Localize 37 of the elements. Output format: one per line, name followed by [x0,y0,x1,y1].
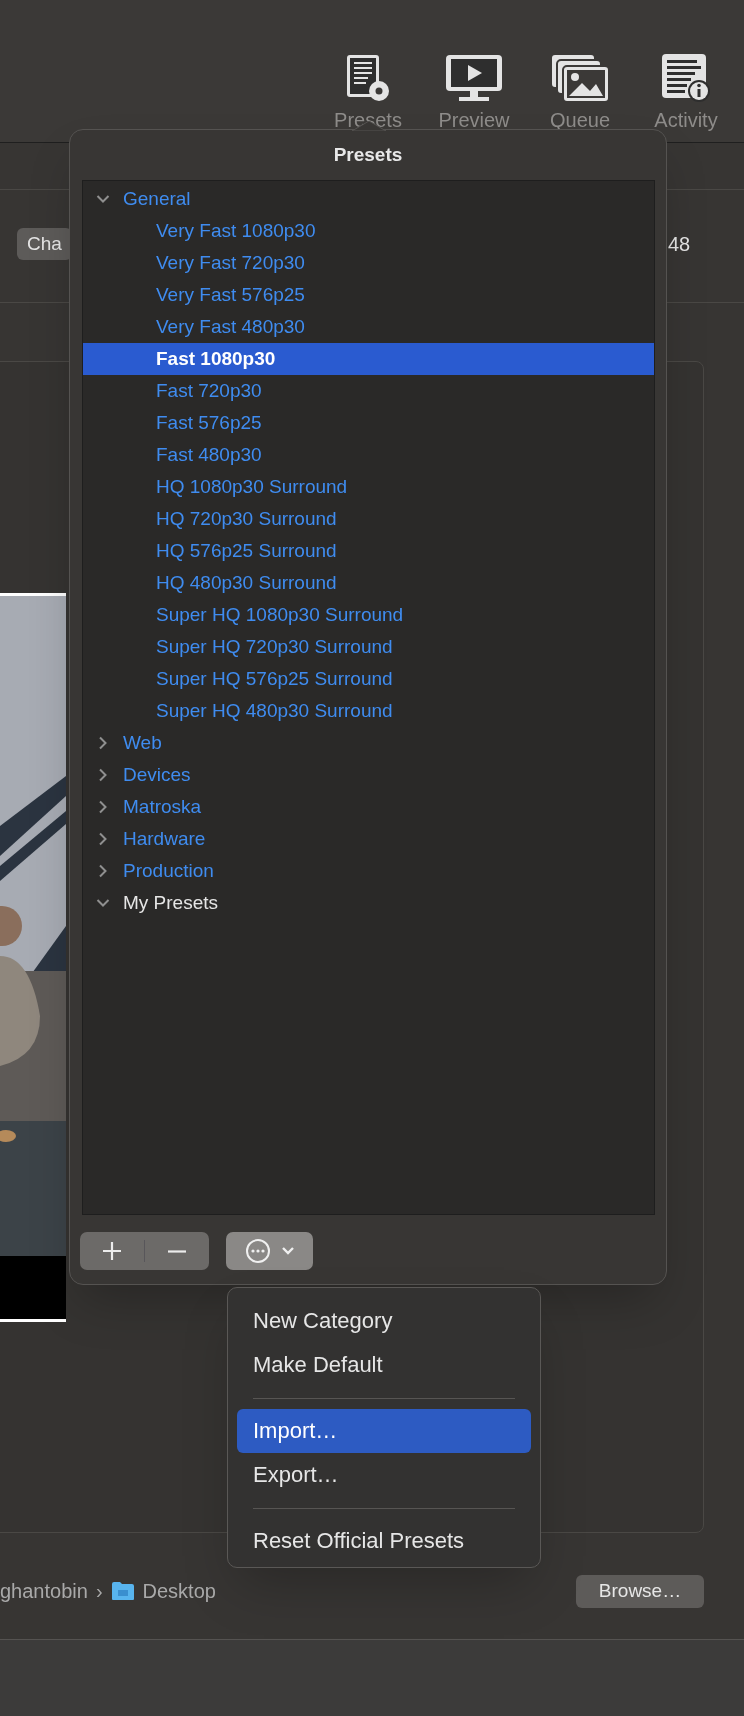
category-row[interactable]: General [83,183,654,215]
menu-item[interactable]: Export… [237,1453,531,1497]
preset-row[interactable]: Fast 1080p30 [83,343,654,375]
path-separator: › [95,1579,103,1604]
preset-row[interactable]: Super HQ 720p30 Surround [83,631,654,663]
category-row[interactable]: Matroska [83,791,654,823]
popover-title: Presets [332,143,404,167]
preset-row[interactable]: HQ 1080p30 Surround [83,471,654,503]
preset-row[interactable]: Fast 480p30 [83,439,654,471]
browse-button[interactable]: Browse… [576,1575,704,1608]
preset-row[interactable]: Very Fast 480p30 [83,311,654,343]
menu-item[interactable]: New Category [237,1299,531,1343]
preset-row[interactable]: Very Fast 576p25 [83,279,654,311]
toolbar-button[interactable]: Activity [636,50,736,132]
preset-row[interactable]: HQ 576p25 Surround [83,535,654,567]
path-item[interactable]: Desktop [142,1576,216,1606]
menu-item[interactable]: Import… [237,1409,531,1453]
preset-row[interactable]: HQ 480p30 Surround [83,567,654,599]
preset-row[interactable]: Fast 720p30 [83,375,654,407]
category-row[interactable]: Web [83,727,654,759]
category-row[interactable]: Production [83,855,654,887]
preset-row[interactable]: HQ 720p30 Surround [83,503,654,535]
preset-row[interactable]: Super HQ 480p30 Surround [83,695,654,727]
chapters-button[interactable]: Cha [17,228,72,260]
category-row[interactable]: My Presets [83,887,654,919]
path-item[interactable]: ghantobin [0,1576,88,1606]
preset-row[interactable]: Fast 576p25 [83,407,654,439]
category-row[interactable]: Hardware [83,823,654,855]
preset-row[interactable]: Super HQ 576p25 Surround [83,663,654,695]
preset-row[interactable]: Very Fast 1080p30 [83,215,654,247]
menu-item[interactable]: Reset Official Presets [237,1519,531,1563]
preset-row[interactable]: Very Fast 720p30 [83,247,654,279]
toolbar-button[interactable]: Queue [530,50,630,132]
menu-item[interactable]: Make Default [237,1343,531,1387]
category-row[interactable]: Devices [83,759,654,791]
value-text: 48 [668,232,691,257]
preset-row[interactable]: Super HQ 1080p30 Surround [83,599,654,631]
